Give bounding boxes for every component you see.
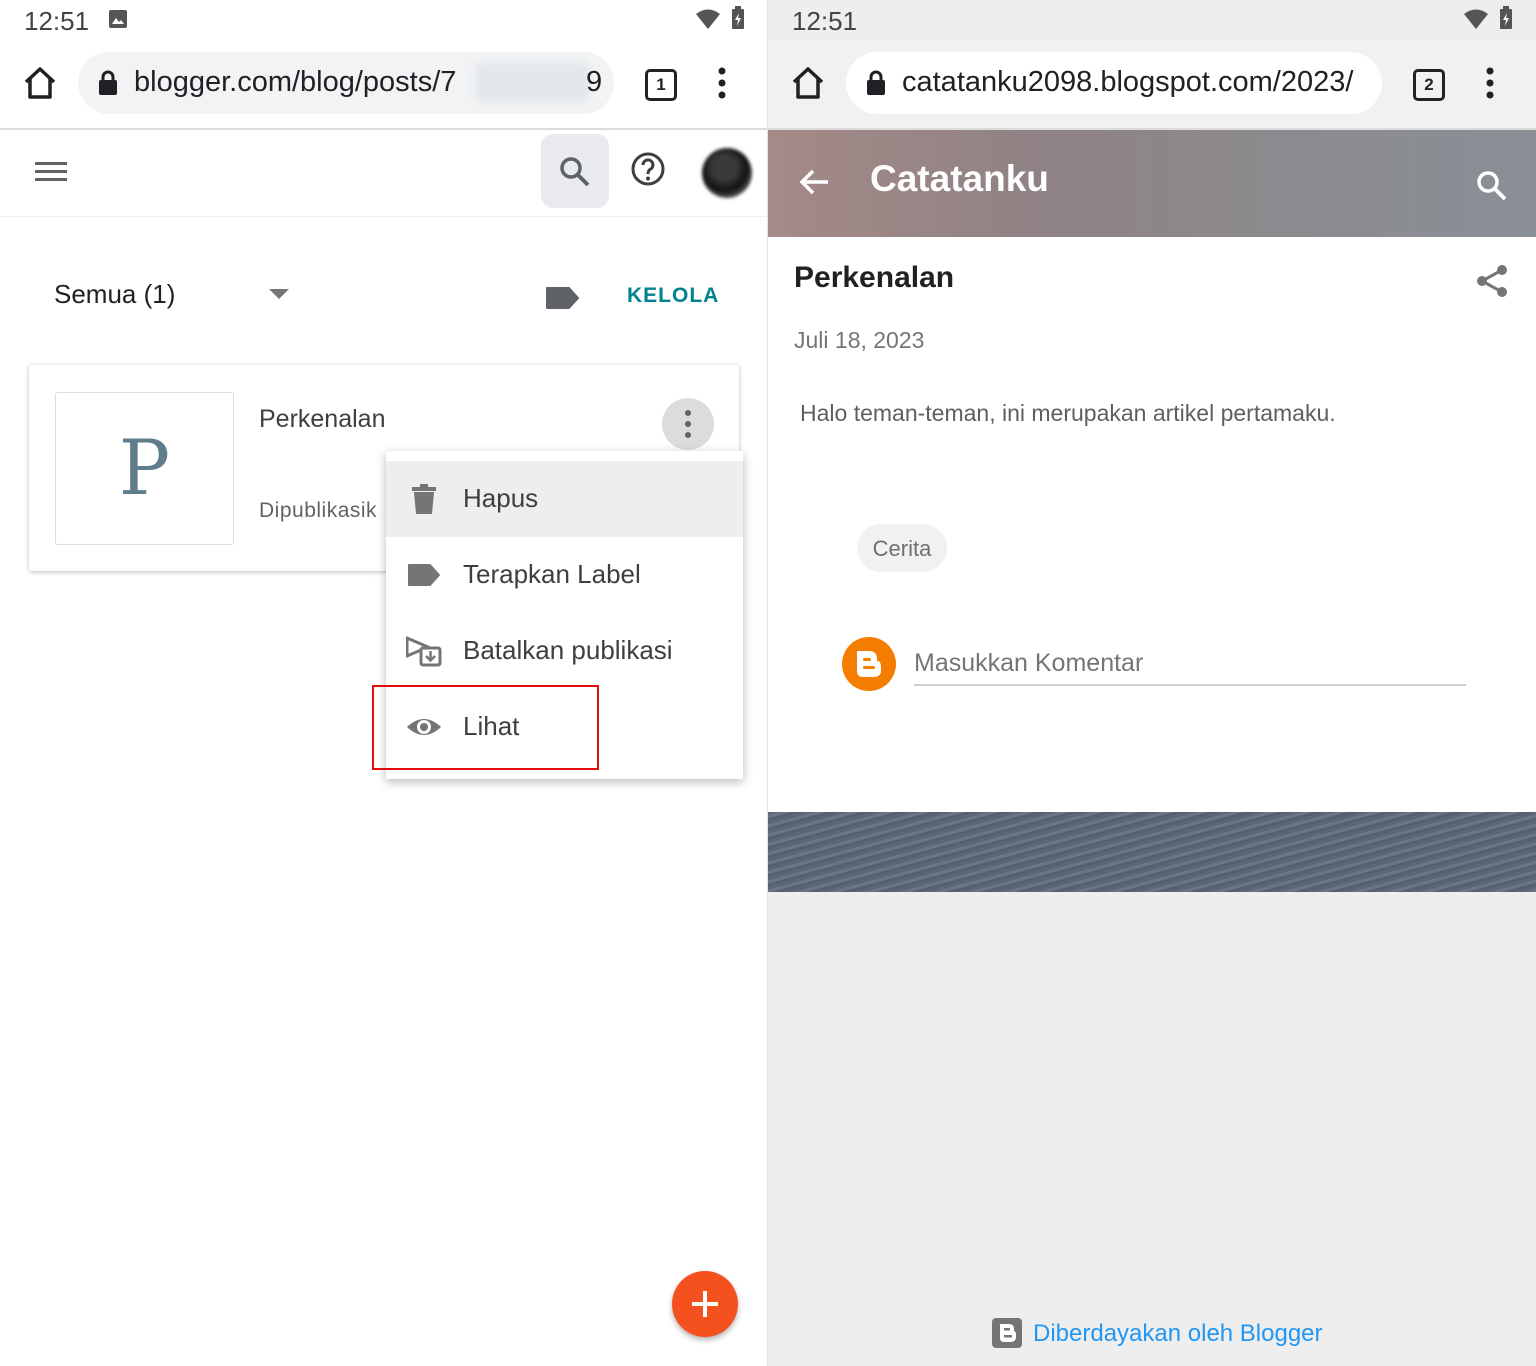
tab-switcher-button[interactable]: 1	[645, 69, 677, 101]
address-suffix: 9	[586, 66, 603, 98]
address-bar[interactable]: blogger.com/blog/posts/7 9	[78, 52, 614, 114]
overflow-menu-icon[interactable]	[1484, 67, 1496, 99]
post-status: Dipublikasik	[259, 499, 378, 522]
post-thumbnail: P	[55, 392, 234, 545]
back-arrow-icon[interactable]	[798, 167, 830, 197]
menu-item-apply-label[interactable]: Terapkan Label	[386, 537, 743, 613]
lock-icon	[867, 70, 885, 95]
comment-input-underline	[914, 684, 1466, 686]
post-more-button[interactable]	[662, 398, 714, 450]
search-button[interactable]	[541, 134, 609, 208]
blog-view-pane: 12:51 catatanku2098.blogspot.com/2023/ 2…	[768, 0, 1536, 1366]
post-date: Juli 18, 2023	[794, 327, 925, 353]
browser-toolbar: blogger.com/blog/posts/7 9 1	[0, 40, 768, 130]
share-icon[interactable]	[1476, 264, 1508, 298]
post-content: Perkenalan Juli 18, 2023 Halo teman-tema…	[768, 237, 1536, 812]
blogger-dashboard-pane: 12:51 blogger.com/blog/posts/7 9 1 Semua…	[0, 0, 768, 1366]
status-time: 12:51	[792, 6, 858, 36]
comment-input[interactable]: Masukkan Komentar	[914, 649, 1143, 678]
address-text: catatanku2098.blogspot.com/2023/	[902, 66, 1354, 98]
post-filter-dropdown[interactable]: Semua (1)	[54, 279, 175, 310]
tab-switcher-button[interactable]: 2	[1413, 69, 1445, 101]
address-text: blogger.com/blog/posts/7	[134, 66, 457, 98]
search-icon	[560, 157, 590, 187]
wifi-icon	[696, 9, 720, 29]
plus-icon	[692, 1291, 718, 1317]
status-bar: 12:51	[768, 0, 1536, 40]
status-time: 12:51	[24, 6, 90, 36]
redacted-url-part	[476, 62, 588, 102]
menu-item-delete[interactable]: Hapus	[386, 461, 743, 537]
status-bar: 12:51	[0, 0, 768, 40]
unpublish-icon	[406, 636, 442, 667]
image-notification-icon	[109, 10, 127, 28]
menu-item-label: Hapus	[463, 483, 539, 513]
more-vert-icon	[685, 410, 691, 438]
help-icon[interactable]	[630, 151, 666, 187]
label-icon[interactable]	[545, 286, 579, 310]
dropdown-arrow-icon[interactable]	[269, 289, 289, 299]
label-icon	[408, 564, 440, 586]
post-label-text: Cerita	[872, 536, 932, 561]
blogger-avatar-icon	[842, 637, 896, 691]
battery-icon	[732, 6, 744, 29]
address-bar[interactable]: catatanku2098.blogspot.com/2023/	[846, 52, 1382, 114]
browser-toolbar: catatanku2098.blogspot.com/2023/ 2	[768, 40, 1536, 130]
home-icon[interactable]	[22, 65, 58, 101]
footer-image-band	[768, 812, 1536, 892]
powered-by-text: Diberdayakan oleh Blogger	[1033, 1320, 1323, 1347]
search-icon[interactable]	[1476, 170, 1508, 202]
trash-icon	[412, 484, 436, 514]
post-body: Halo teman-teman, ini merupakan artikel …	[800, 400, 1336, 426]
wifi-icon	[1464, 9, 1488, 29]
manage-labels-button[interactable]: KELOLA	[627, 284, 719, 308]
blogger-logo-icon	[992, 1318, 1022, 1348]
home-icon[interactable]	[790, 65, 826, 101]
post-title[interactable]: Perkenalan	[259, 405, 385, 434]
post-title: Perkenalan	[794, 261, 955, 294]
avatar[interactable]	[702, 148, 752, 198]
blog-title[interactable]: Catatanku	[870, 158, 1049, 200]
battery-icon	[1500, 6, 1512, 29]
new-post-fab[interactable]	[672, 1271, 738, 1337]
blogger-app-bar	[0, 130, 768, 217]
overflow-menu-icon[interactable]	[716, 67, 728, 99]
hamburger-menu-icon[interactable]	[35, 160, 67, 184]
thumbnail-letter: P	[118, 423, 171, 512]
blog-header: Catatanku	[768, 130, 1536, 237]
blogger-b-icon	[857, 651, 881, 677]
menu-item-unpublish[interactable]: Batalkan publikasi	[386, 613, 743, 689]
menu-item-label: Batalkan publikasi	[463, 635, 673, 665]
highlight-annotation-box	[372, 685, 599, 770]
lock-icon	[99, 70, 117, 95]
menu-item-label: Terapkan Label	[463, 559, 641, 589]
post-label-chip[interactable]: Cerita	[857, 524, 947, 572]
